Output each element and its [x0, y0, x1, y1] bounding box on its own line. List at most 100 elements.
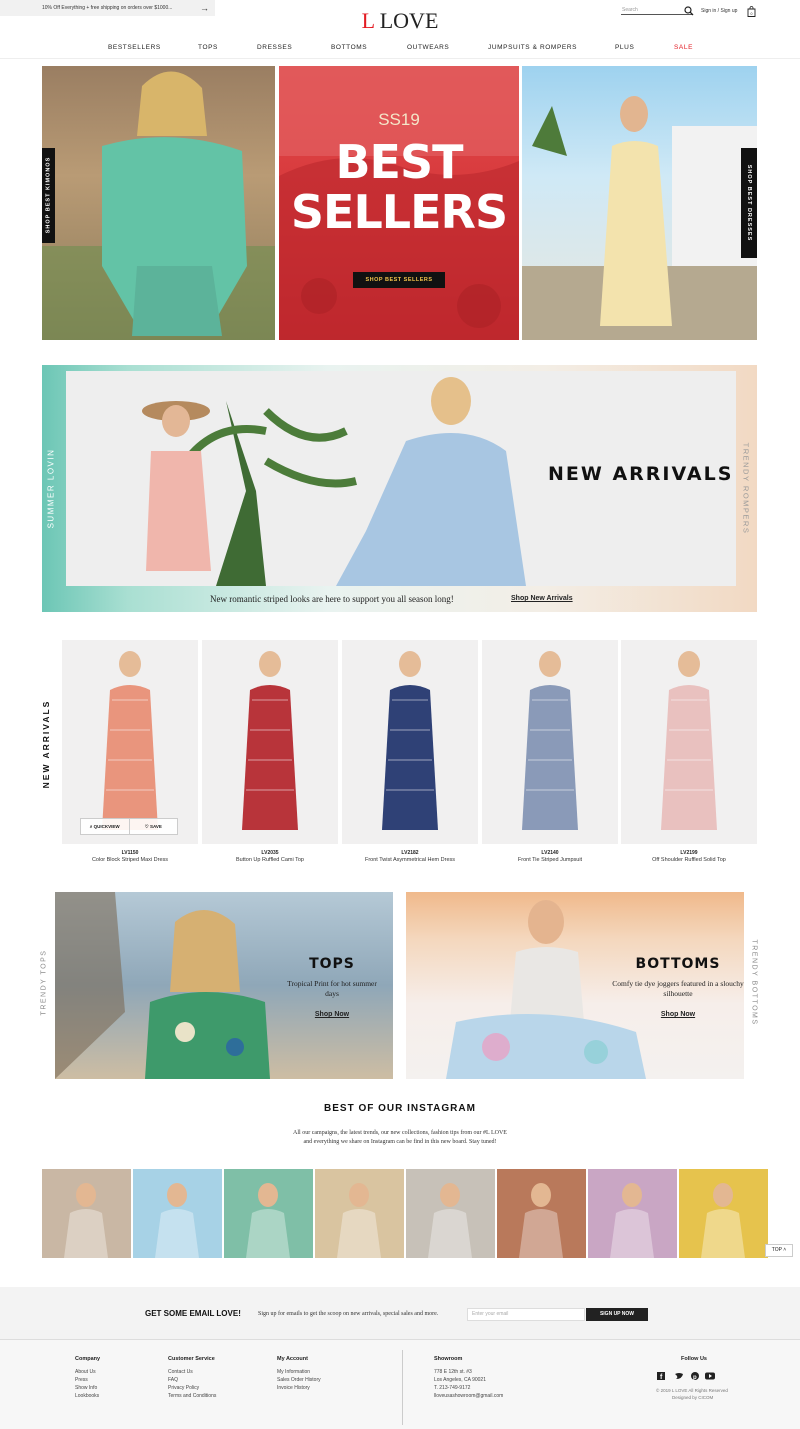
product-image: [522, 651, 578, 830]
showroom-address: 778 E 12th st. #3: [434, 1369, 472, 1375]
youtube-icon: [705, 1372, 715, 1380]
copyright: © 2019 L LOVE All Rights Reserved: [656, 1388, 728, 1393]
tops-shop-now-link[interactable]: Shop Now: [287, 1011, 377, 1018]
nav-sale[interactable]: SALE: [674, 44, 693, 51]
footer-showroom-heading: Showroom: [434, 1356, 463, 1362]
product-name[interactable]: Color Block Striped Maxi Dress: [62, 857, 198, 863]
product-card[interactable]: ⌕ QUICKVIEW ♡ SAVE: [62, 640, 198, 844]
hero-title-line1: BEST: [335, 135, 464, 189]
instagram-title: BEST OF OUR INSTAGRAM: [324, 1103, 476, 1114]
instagram-tile[interactable]: [42, 1169, 131, 1258]
quickview-button[interactable]: ⌕ QUICKVIEW: [81, 819, 130, 834]
nav-tops[interactable]: TOPS: [198, 44, 218, 51]
banner-photo: NEW ARRIVALS: [66, 371, 736, 586]
product-name[interactable]: Off Shoulder Ruffled Solid Top: [621, 857, 757, 863]
instagram-tile[interactable]: [406, 1169, 495, 1258]
back-to-top-button[interactable]: TOP ˄: [765, 1244, 793, 1257]
footer-link[interactable]: Press: [75, 1377, 88, 1383]
twitter-icon: [675, 1373, 683, 1379]
footer-service-heading: Customer Service: [168, 1356, 215, 1362]
instagram-photo: [701, 1183, 745, 1258]
nav-jumpsuits-rompers[interactable]: JUMPSUITS & ROMPERS: [488, 44, 577, 51]
product-name[interactable]: Button Up Ruffled Cami Top: [202, 857, 338, 863]
showroom-phone[interactable]: T. 213-749-9172: [434, 1385, 470, 1391]
save-button[interactable]: ♡ SAVE: [130, 819, 178, 834]
model-image: [522, 96, 757, 340]
footer-company-heading: Company: [75, 1356, 101, 1362]
product-card[interactable]: [202, 640, 338, 844]
search-input[interactable]: Search: [622, 7, 638, 13]
instagram-photo: [246, 1183, 290, 1258]
bottoms-shop-now-link[interactable]: Shop Now: [628, 1011, 728, 1018]
summer-lovin-label: SUMMER LOVIN: [46, 448, 56, 529]
hero-bestsellers-panel[interactable]: SS19 BEST SELLERS SHOP BEST SELLERS: [279, 66, 519, 340]
nav-bestsellers[interactable]: BESTSELLERS: [108, 44, 161, 51]
footer-link[interactable]: Show Info: [75, 1385, 97, 1391]
footer-link[interactable]: My Information: [277, 1369, 310, 1375]
nav-bottoms[interactable]: BOTTOMS: [331, 44, 367, 51]
shop-best-kimonos-tab[interactable]: SHOP BEST KIMONOS: [42, 148, 55, 243]
product-code: LV2035: [261, 850, 279, 856]
instagram-photo: [155, 1183, 199, 1258]
search-icon[interactable]: [684, 6, 694, 16]
showroom-city: Los Angeles, CA 90021: [434, 1377, 486, 1383]
footer-link[interactable]: Privacy Policy: [168, 1385, 199, 1391]
main-nav: BESTSELLERS TOPS DRESSES BOTTOMS OUTWEAR…: [0, 44, 800, 56]
instagram-tile[interactable]: [133, 1169, 222, 1258]
site-logo[interactable]: L LOVE: [0, 8, 800, 34]
instagram-tile[interactable]: [497, 1169, 586, 1258]
instagram-text-line1: All our campaigns, the latest trends, ou…: [293, 1130, 507, 1136]
footer-link[interactable]: Invoice History: [277, 1385, 310, 1391]
instagram-photo: [428, 1183, 472, 1258]
trendy-bottoms-label: TRENDY BOTTOMS: [750, 939, 758, 1026]
bottoms-promo-tile[interactable]: BOTTOMS Comfy tie dye joggers featured i…: [406, 892, 744, 1079]
svg-text:0: 0: [751, 12, 753, 16]
designed-by: Designed by CICOM: [672, 1395, 714, 1400]
footer-link[interactable]: Terms and Conditions: [168, 1393, 216, 1399]
season-kicker: SS19: [378, 110, 420, 129]
shop-best-dresses-tab[interactable]: SHOP BEST DRESSES: [741, 148, 757, 258]
footer: Company About Us Press Show Info Lookboo…: [0, 1340, 800, 1429]
shop-best-sellers-button[interactable]: SHOP BEST SELLERS: [353, 272, 445, 288]
product-card[interactable]: [342, 640, 478, 844]
product-card[interactable]: [482, 640, 618, 844]
instagram-tile[interactable]: [588, 1169, 677, 1258]
hero-title-line2: SELLERS: [290, 185, 508, 239]
quick-actions: ⌕ QUICKVIEW ♡ SAVE: [80, 818, 178, 835]
footer-follow-heading: Follow Us: [681, 1356, 707, 1362]
trendy-tops-label: TRENDY TOPS: [40, 949, 48, 1016]
product-image: [242, 651, 298, 830]
product-code: LV1150: [121, 850, 139, 856]
footer-link[interactable]: About Us: [75, 1369, 96, 1375]
footer-link[interactable]: Lookbooks: [75, 1393, 99, 1399]
banner-title: NEW ARRIVALS: [548, 463, 734, 485]
instagram-tile[interactable]: [224, 1169, 313, 1258]
carousel-label: NEW ARRIVALS: [41, 699, 51, 789]
shop-new-arrivals-link[interactable]: Shop New Arrivals: [511, 595, 573, 602]
tops-promo-tile[interactable]: TOPS Tropical Print for hot summer days …: [55, 892, 393, 1079]
sign-in-link[interactable]: Sign in / Sign up: [701, 8, 737, 14]
shopping-bag-icon[interactable]: 0: [747, 6, 756, 17]
sign-up-button[interactable]: SIGN UP NOW: [586, 1308, 648, 1321]
instagram-tile[interactable]: [315, 1169, 404, 1258]
bottoms-text: Comfy tie dye joggers featured in a slou…: [612, 979, 744, 998]
email-input[interactable]: Enter your email: [467, 1308, 585, 1321]
footer-link[interactable]: Contact Us: [168, 1369, 193, 1375]
product-name[interactable]: Front Twist Asymmetrical Hem Dress: [342, 857, 478, 863]
instagram-photo: [519, 1183, 563, 1258]
footer-link[interactable]: FAQ: [168, 1377, 178, 1383]
instagram-tile[interactable]: [679, 1169, 768, 1258]
nav-plus[interactable]: PLUS: [615, 44, 634, 51]
nav-dresses[interactable]: DRESSES: [257, 44, 292, 51]
hero-kimonos-panel[interactable]: SHOP BEST KIMONOS: [42, 66, 275, 340]
footer-link[interactable]: Sales Order History: [277, 1377, 321, 1383]
product-name[interactable]: Front Tie Striped Jumpsuit: [482, 857, 618, 863]
showroom-email[interactable]: lloveusashowroom@gmail.com: [434, 1393, 503, 1399]
product-code: LV2199: [680, 850, 698, 856]
hero-dresses-panel[interactable]: SHOP BEST DRESSES: [522, 66, 757, 340]
product-card[interactable]: [621, 640, 757, 844]
svg-text:p: p: [693, 1375, 697, 1381]
newsletter-title: GET SOME EMAIL LOVE!: [145, 1309, 241, 1318]
nav-outwears[interactable]: OUTWEARS: [407, 44, 449, 51]
product-code: LV2182: [401, 850, 419, 856]
